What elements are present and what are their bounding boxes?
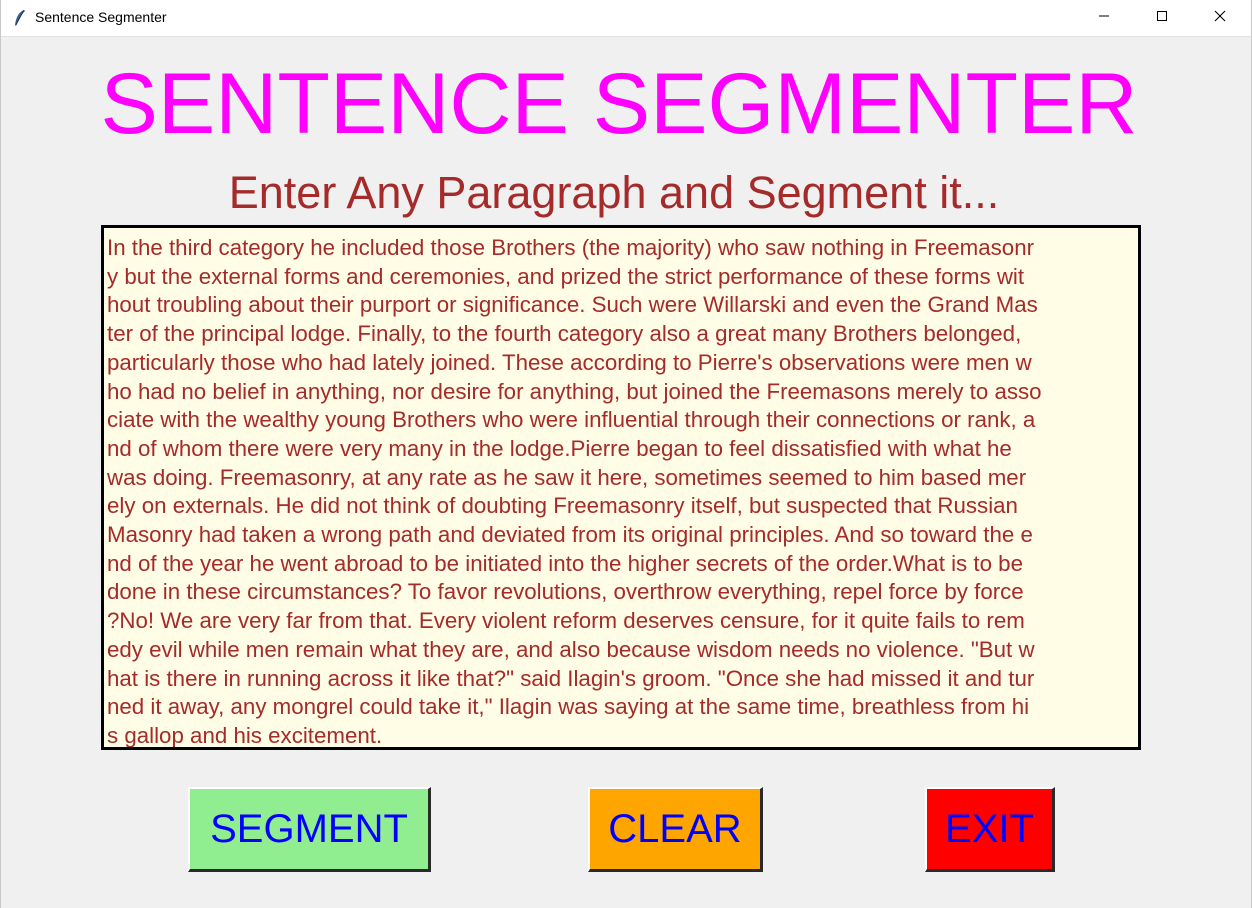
text-line: ely on externals. He did not think of do… <box>107 493 1018 519</box>
title-bar[interactable]: Sentence Segmenter <box>1 0 1251 37</box>
segment-button[interactable]: SEGMENT <box>188 787 431 872</box>
text-line: particularly those who had lately joined… <box>107 349 1032 375</box>
text-line: was doing. Freemasonry, at any rate as h… <box>107 464 1027 490</box>
close-icon <box>1214 9 1226 27</box>
window-title: Sentence Segmenter <box>35 9 167 25</box>
app-window: Sentence Segmenter SENTENCE SEGMENTER En… <box>0 0 1252 908</box>
text-line: ciate with the wealthy young Brothers wh… <box>107 407 1036 433</box>
instructions-subheading: Enter Any Paragraph and Segment it... <box>228 167 1000 218</box>
text-line: y but the external forms and ceremonies,… <box>107 263 1025 289</box>
text-line: ?No! We are very far from that. Every vi… <box>107 608 1025 634</box>
text-line: s gallop and his excitement. <box>107 722 383 748</box>
maximize-button[interactable] <box>1133 0 1191 36</box>
text-line: hat is there in running across it like t… <box>107 665 1035 691</box>
text-line: nd of whom there were very many in the l… <box>107 435 1012 461</box>
text-line: nd of the year he went abroad to be init… <box>107 550 1023 576</box>
text-line: hout troubling about their purport or si… <box>107 292 1038 318</box>
close-button[interactable] <box>1191 0 1249 36</box>
minimize-icon <box>1098 9 1110 27</box>
text-line: ned it away, any mongrel could take it,"… <box>107 694 1030 720</box>
text-line: Masonry had taken a wrong path and devia… <box>107 522 1033 548</box>
feather-icon <box>12 9 28 27</box>
clear-button[interactable]: CLEAR <box>588 787 763 872</box>
minimize-button[interactable] <box>1075 0 1133 36</box>
text-line: ho had no belief in anything, nor desire… <box>107 378 1042 404</box>
text-line: In the third category he included those … <box>107 235 1035 260</box>
paragraph-text-area[interactable]: In the third category he included those … <box>101 225 1141 750</box>
text-line: edy evil while men remain what they are,… <box>107 636 1035 662</box>
maximize-icon <box>1156 9 1168 27</box>
text-line: done in these circumstances? To favor re… <box>107 579 1024 605</box>
text-line: ter of the principal lodge. Finally, to … <box>107 321 1022 347</box>
paragraph-text: In the third category he included those … <box>107 234 1136 748</box>
app-heading: SENTENCE SEGMENTER <box>100 56 1138 152</box>
exit-button[interactable]: EXIT <box>925 787 1055 872</box>
